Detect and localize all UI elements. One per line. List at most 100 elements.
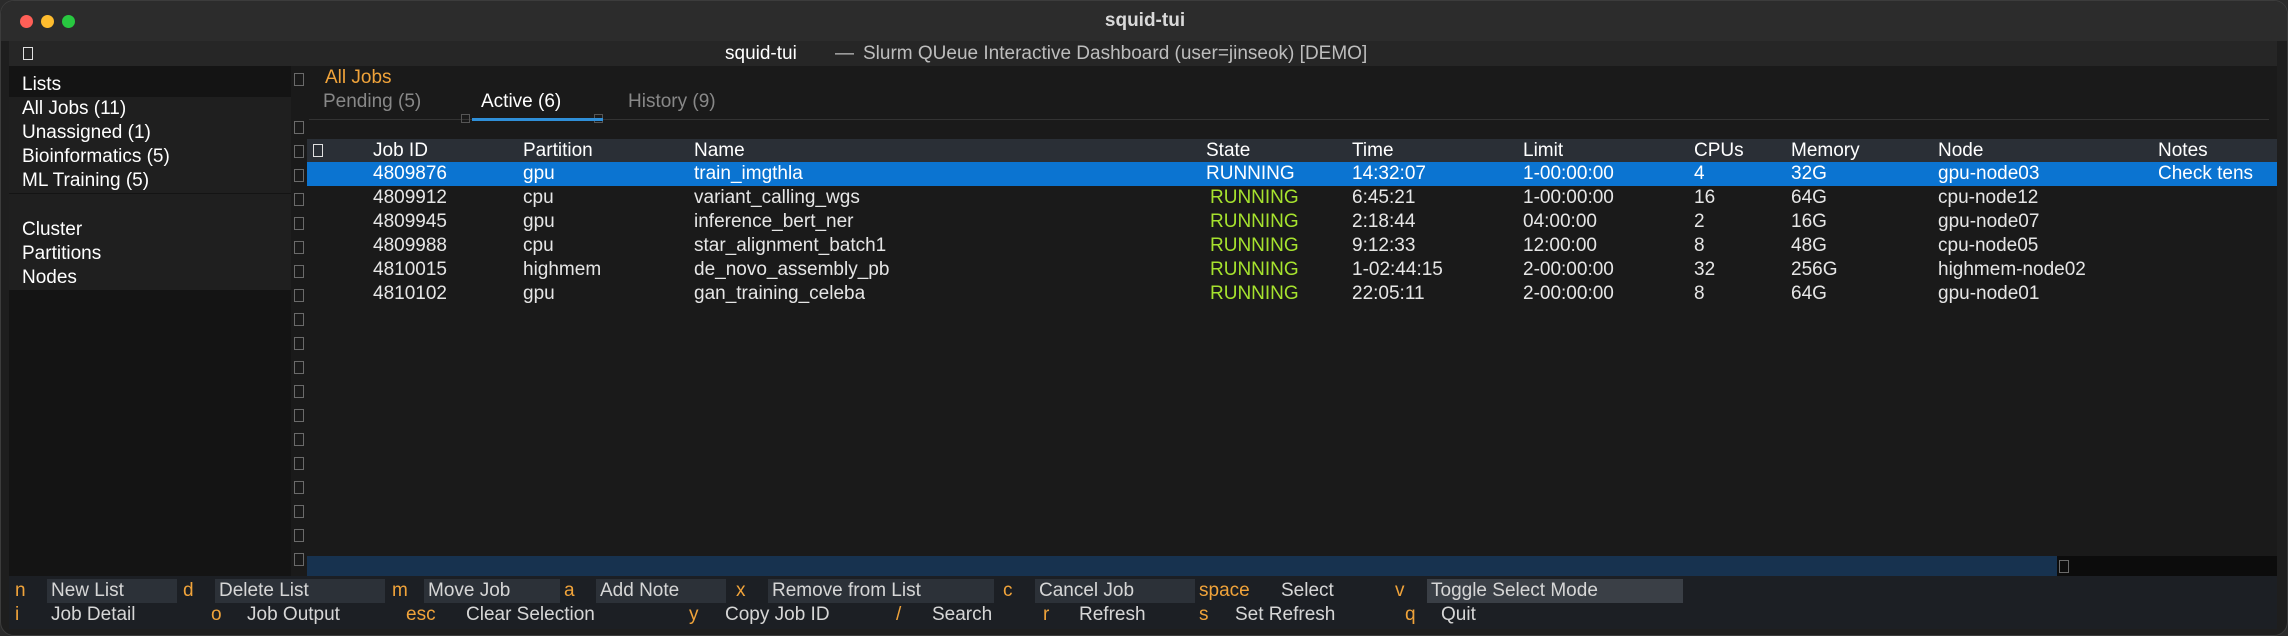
- gutter-box-icon: [294, 409, 304, 422]
- cell-state: RUNNING: [1210, 259, 1299, 280]
- gutter-box-icon: [294, 265, 304, 278]
- sidebar-item-unassigned[interactable]: Unassigned (1): [9, 121, 291, 145]
- cell-cpus: 16: [1694, 187, 1716, 208]
- label-new-list[interactable]: New List: [47, 579, 177, 603]
- sidebar-heading-lists: Lists: [9, 73, 291, 97]
- cell-limit: 04:00:00: [1523, 211, 1597, 232]
- sidebar-item-all-jobs[interactable]: All Jobs (11): [9, 97, 291, 121]
- column-header-time[interactable]: Time: [1352, 139, 1394, 162]
- cell-time: 22:05:11: [1352, 283, 1425, 304]
- label-copy-job-id[interactable]: Copy Job ID: [721, 603, 891, 627]
- cell-memory: 32G: [1791, 163, 1827, 184]
- window-title: squid-tui: [1104, 10, 1186, 31]
- gutter-box-icon: [294, 505, 304, 518]
- gutter-box-icon: [294, 289, 304, 302]
- gutter-box-icon: [294, 121, 304, 134]
- tui-screen: squid-tui — Slurm QUeue Interactive Dash…: [9, 41, 2277, 629]
- label-refresh[interactable]: Refresh: [1075, 603, 1185, 627]
- sidebar-heading-cluster: Cluster: [9, 218, 291, 242]
- key-refresh[interactable]: r: [1039, 603, 1053, 627]
- cell-cpus: 8: [1694, 283, 1705, 304]
- cell-node: gpu-node01: [1938, 283, 2040, 304]
- key-clear-selection[interactable]: esc: [402, 603, 440, 627]
- select-all-checkbox-icon[interactable]: [313, 144, 323, 157]
- column-header-cpus[interactable]: CPUs: [1694, 139, 1744, 162]
- label-select[interactable]: Select: [1277, 579, 1387, 603]
- column-header-limit[interactable]: Limit: [1523, 139, 1563, 162]
- label-job-output[interactable]: Job Output: [243, 603, 393, 627]
- key-select[interactable]: space: [1195, 579, 1254, 603]
- cell-notes: Check tens: [2158, 163, 2254, 184]
- label-job-detail[interactable]: Job Detail: [47, 603, 197, 627]
- sidebar-item-ml-training[interactable]: ML Training (5): [9, 169, 291, 193]
- key-job-detail[interactable]: i: [11, 603, 23, 627]
- cell-job-id: 4809912: [373, 187, 447, 208]
- key-search[interactable]: /: [892, 603, 905, 627]
- sidebar-item-bioinformatics[interactable]: Bioinformatics (5): [9, 145, 291, 169]
- key-copy-job-id[interactable]: y: [685, 603, 703, 627]
- cell-partition: gpu: [523, 163, 555, 184]
- sidebar-item-partitions[interactable]: Partitions: [9, 242, 291, 266]
- column-header-memory[interactable]: Memory: [1791, 139, 1860, 162]
- app-description: Slurm QUeue Interactive Dashboard (user=…: [863, 43, 1368, 64]
- table-header: Job ID Partition Name State Time Limit C…: [307, 139, 2277, 162]
- key-new-list[interactable]: n: [11, 579, 30, 603]
- table-row[interactable]: 4809876 gpu train_imgthla RUNNING 14:32:…: [307, 162, 2277, 186]
- app-menu-icon[interactable]: [23, 47, 33, 60]
- label-delete-list[interactable]: Delete List: [215, 579, 385, 603]
- table-row[interactable]: 4810102 gpu gan_training_celeba RUNNING …: [307, 282, 2277, 306]
- label-remove-from-list[interactable]: Remove from List: [768, 579, 994, 603]
- label-add-note[interactable]: Add Note: [596, 579, 726, 603]
- header-separator: —: [835, 43, 854, 64]
- key-cancel-job[interactable]: c: [999, 579, 1017, 603]
- cell-name: gan_training_celeba: [694, 283, 866, 304]
- label-cancel-job[interactable]: Cancel Job: [1035, 579, 1195, 603]
- key-add-note[interactable]: a: [560, 579, 579, 603]
- key-toggle-select-mode[interactable]: v: [1391, 579, 1409, 603]
- table-horizontal-scrollbar[interactable]: [307, 556, 2277, 576]
- sidebar-item-nodes[interactable]: Nodes: [9, 266, 291, 290]
- cell-partition: cpu: [523, 235, 554, 256]
- table-row[interactable]: 4809988 cpu star_alignment_batch1 RUNNIN…: [307, 234, 2277, 258]
- tab-history[interactable]: History (9): [628, 90, 716, 114]
- label-clear-selection[interactable]: Clear Selection: [462, 603, 682, 627]
- column-header-state[interactable]: State: [1206, 139, 1250, 162]
- column-header-node[interactable]: Node: [1938, 139, 1983, 162]
- cell-state: RUNNING: [1210, 187, 1299, 208]
- label-search[interactable]: Search: [928, 603, 1038, 627]
- tab-active[interactable]: Active (6): [481, 90, 561, 114]
- column-header-job-id[interactable]: Job ID: [373, 139, 428, 162]
- scrollbar-thumb[interactable]: [307, 556, 2057, 576]
- label-set-refresh[interactable]: Set Refresh: [1231, 603, 1381, 627]
- key-job-output[interactable]: o: [207, 603, 226, 627]
- cell-job-id: 4810102: [373, 283, 447, 304]
- gutter-box-icon: [294, 337, 304, 350]
- column-header-name[interactable]: Name: [694, 139, 745, 162]
- cell-job-id: 4809945: [373, 211, 447, 232]
- table-row[interactable]: 4809945 gpu inference_bert_ner RUNNING 2…: [307, 210, 2277, 234]
- cell-limit: 1-00:00:00: [1523, 187, 1614, 208]
- cell-limit: 2-00:00:00: [1523, 283, 1614, 304]
- active-tab-underline: [472, 118, 603, 121]
- tab-pending[interactable]: Pending (5): [323, 90, 421, 114]
- cell-partition: gpu: [523, 283, 555, 304]
- key-delete-list[interactable]: d: [179, 579, 198, 603]
- key-remove-from-list[interactable]: x: [732, 579, 750, 603]
- label-quit[interactable]: Quit: [1437, 603, 1517, 627]
- cell-cpus: 4: [1694, 163, 1705, 184]
- tab-track: [309, 119, 2269, 120]
- column-header-notes[interactable]: Notes: [2158, 139, 2208, 162]
- table-row[interactable]: 4809912 cpu variant_calling_wgs RUNNING …: [307, 186, 2277, 210]
- column-header-partition[interactable]: Partition: [523, 139, 593, 162]
- key-quit[interactable]: q: [1401, 603, 1420, 627]
- key-move-job[interactable]: m: [388, 579, 412, 603]
- label-toggle-select-mode[interactable]: Toggle Select Mode: [1427, 579, 1683, 603]
- scrollbar-end-icon: [2059, 560, 2069, 573]
- cell-name: inference_bert_ner: [694, 211, 854, 232]
- key-set-refresh[interactable]: s: [1195, 603, 1213, 627]
- label-move-job[interactable]: Move Job: [424, 579, 560, 603]
- gutter-box-icon: [294, 193, 304, 206]
- cell-partition: highmem: [523, 259, 602, 280]
- table-row[interactable]: 4810015 highmem de_novo_assembly_pb RUNN…: [307, 258, 2277, 282]
- cell-node: gpu-node07: [1938, 211, 2040, 232]
